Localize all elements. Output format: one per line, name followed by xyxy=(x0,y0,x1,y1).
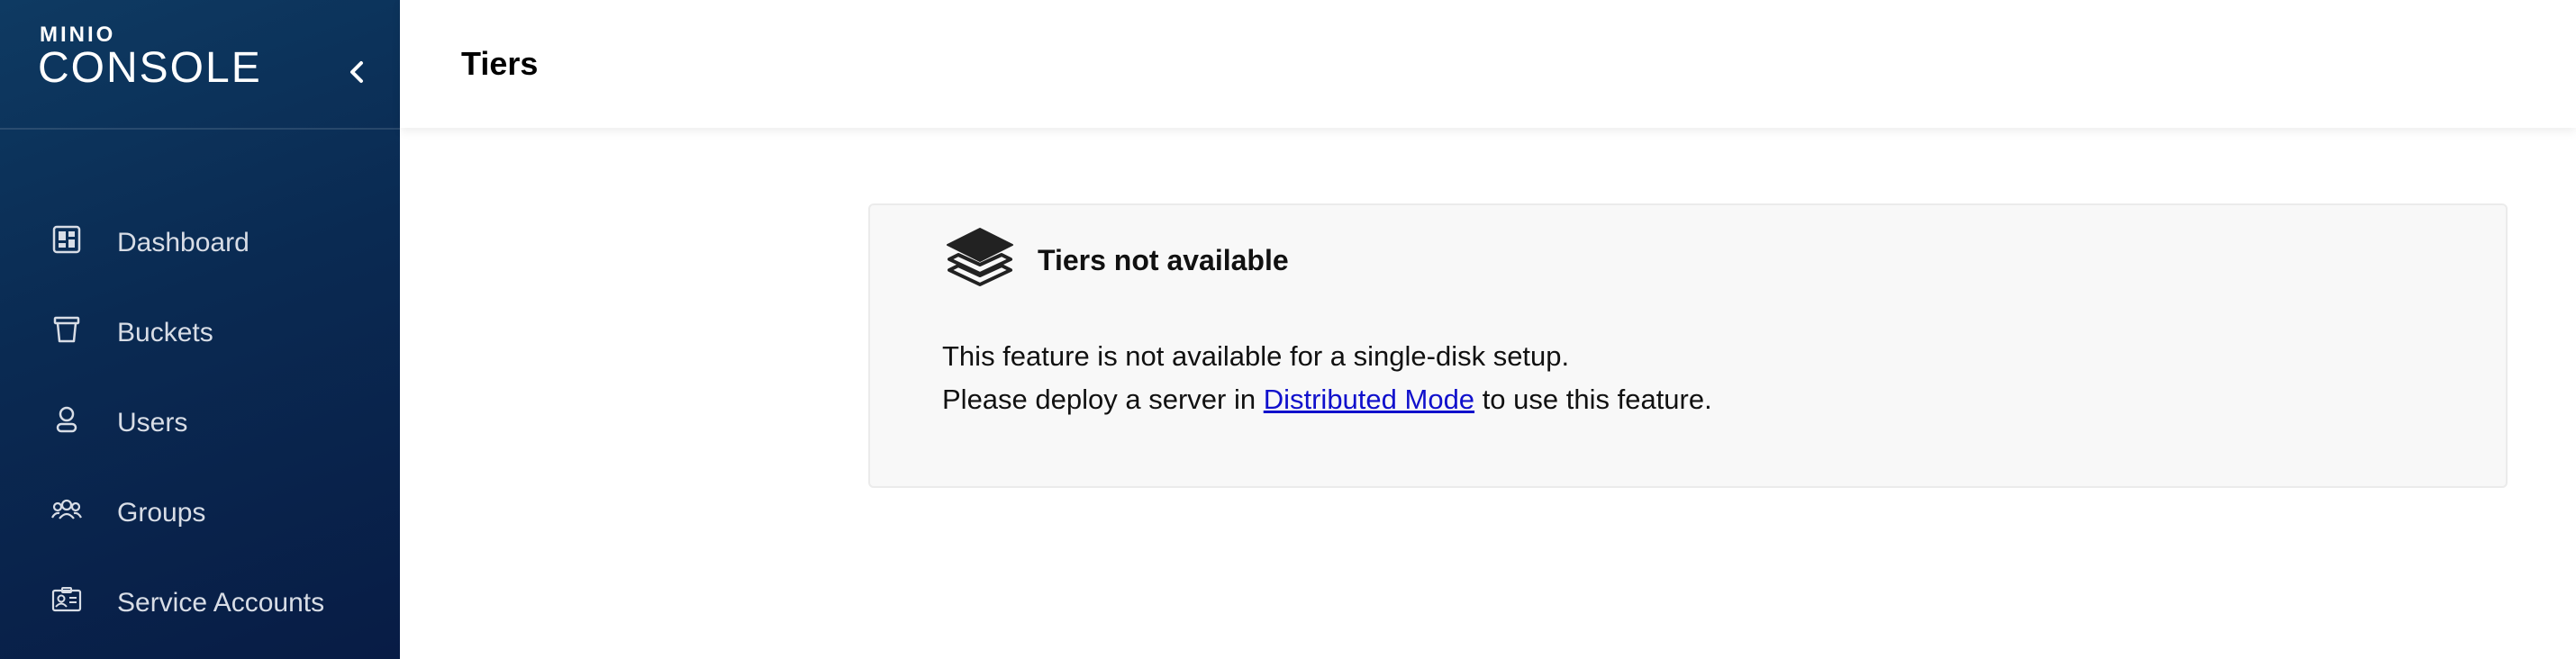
notice-body: This feature is not available for a sing… xyxy=(942,335,2383,421)
bucket-icon xyxy=(50,313,83,346)
sidebar-item-service-accounts[interactable]: Service Accounts xyxy=(0,558,400,648)
sidebar-item-dashboard[interactable]: Dashboard xyxy=(0,198,400,288)
sidebar-item-groups[interactable]: Groups xyxy=(0,468,400,558)
notice-line-2-prefix: Please deploy a server in xyxy=(942,384,1256,415)
collapse-sidebar-button[interactable] xyxy=(340,56,373,88)
notice-line-1: This feature is not available for a sing… xyxy=(942,340,1570,372)
sidebar: MINIO CONSOLE Dashboard Buckets Users Gr… xyxy=(0,0,400,659)
notice-line-2-suffix: to use this feature. xyxy=(1482,384,1712,415)
groups-icon xyxy=(50,493,83,526)
sidebar-item-label: Groups xyxy=(117,498,206,528)
sidebar-item-users[interactable]: Users xyxy=(0,378,400,468)
sidebar-item-label: Dashboard xyxy=(117,228,249,257)
logo-area: MINIO CONSOLE xyxy=(0,0,400,130)
sidebar-item-buckets[interactable]: Buckets xyxy=(0,288,400,378)
service-accounts-icon xyxy=(50,583,83,616)
distributed-mode-link[interactable]: Distributed Mode xyxy=(1264,384,1474,415)
notice-line-2: Please deploy a server in Distributed Mo… xyxy=(942,378,2383,421)
dashboard-icon xyxy=(50,223,83,256)
layers-icon xyxy=(942,221,1018,297)
tiers-unavailable-notice: Tiers not available This feature is not … xyxy=(868,203,2508,488)
page-header: Tiers xyxy=(400,0,2576,128)
sidebar-item-label: Service Accounts xyxy=(117,588,325,618)
user-icon xyxy=(50,403,83,436)
sidebar-nav: Dashboard Buckets Users Groups Service A… xyxy=(0,198,400,648)
chevron-left-icon xyxy=(350,61,363,83)
brand-logo: MINIO xyxy=(40,23,116,47)
page-title: Tiers xyxy=(461,45,539,82)
notice-title: Tiers not available xyxy=(1038,244,1289,276)
sidebar-item-label: Users xyxy=(117,408,188,438)
sidebar-item-label: Buckets xyxy=(117,318,213,348)
product-name: CONSOLE xyxy=(38,44,262,92)
